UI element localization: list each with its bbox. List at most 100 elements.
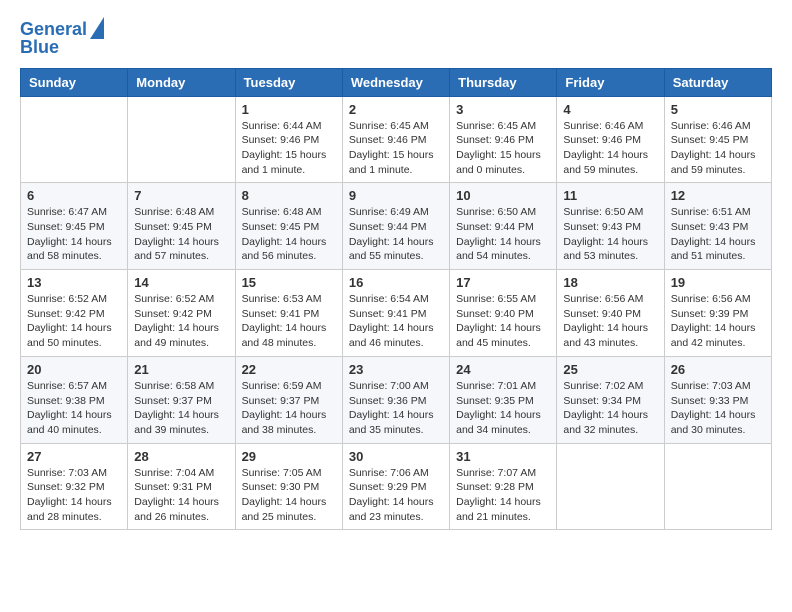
day-info: Sunrise: 7:03 AMSunset: 9:32 PMDaylight:… [27, 466, 121, 525]
day-info: Sunrise: 7:07 AMSunset: 9:28 PMDaylight:… [456, 466, 550, 525]
calendar-cell: 15 Sunrise: 6:53 AMSunset: 9:41 PMDayligh… [235, 270, 342, 357]
day-info: Sunrise: 7:02 AMSunset: 9:34 PMDaylight:… [563, 379, 657, 438]
calendar-week-row: 27 Sunrise: 7:03 AMSunset: 9:32 PMDayligh… [21, 443, 772, 530]
day-info: Sunrise: 6:55 AMSunset: 9:40 PMDaylight:… [456, 292, 550, 351]
weekday-header-cell: Thursday [450, 68, 557, 96]
logo-triangle-icon [90, 17, 104, 39]
day-number: 29 [242, 449, 336, 464]
day-number: 28 [134, 449, 228, 464]
calendar-week-row: 13Sunrise: 6:52 AMSunset: 9:42 PMDayligh… [21, 270, 772, 357]
day-number: 19 [671, 275, 765, 290]
calendar-cell [557, 443, 664, 530]
header: General Blue [20, 20, 772, 58]
day-info: Sunrise: 6:51 AMSunset: 9:43 PMDaylight:… [671, 205, 765, 264]
calendar-cell: 11Sunrise: 6:50 AMSunset: 9:43 PMDayligh… [557, 183, 664, 270]
day-info: Sunrise: 6:47 AMSunset: 9:45 PMDaylight:… [27, 205, 121, 264]
day-info: Sunrise: 7:06 AMSunset: 9:29 PMDaylight:… [349, 466, 443, 525]
calendar-cell: 2 Sunrise: 6:45 AMSunset: 9:46 PMDaylight… [342, 96, 449, 183]
calendar-cell: 10 Sunrise: 6:50 AMSunset: 9:44 PMDayligh… [450, 183, 557, 270]
calendar-cell [664, 443, 771, 530]
day-number: 16 [349, 275, 443, 290]
day-number: 10 [456, 188, 550, 203]
day-number: 26 [671, 362, 765, 377]
day-number: 5 [671, 102, 765, 117]
calendar-cell: 16Sunrise: 6:54 AMSunset: 9:41 PMDayligh… [342, 270, 449, 357]
day-number: 9 [349, 188, 443, 203]
calendar-week-row: 1 Sunrise: 6:44 AMSunset: 9:46 PMDaylight… [21, 96, 772, 183]
day-number: 7 [134, 188, 228, 203]
calendar-cell: 4Sunrise: 6:46 AMSunset: 9:46 PMDaylight… [557, 96, 664, 183]
day-info: Sunrise: 6:59 AMSunset: 9:37 PMDaylight:… [242, 379, 336, 438]
day-info: Sunrise: 6:45 AMSunset: 9:46 PMDaylight:… [456, 119, 550, 178]
calendar-cell: 25 Sunrise: 7:02 AMSunset: 9:34 PMDayligh… [557, 356, 664, 443]
day-number: 22 [242, 362, 336, 377]
logo-blue: Blue [20, 38, 59, 58]
day-info: Sunrise: 7:04 AMSunset: 9:31 PMDaylight:… [134, 466, 228, 525]
day-number: 14 [134, 275, 228, 290]
calendar-cell: 28 Sunrise: 7:04 AMSunset: 9:31 PMDayligh… [128, 443, 235, 530]
calendar-cell: 20 Sunrise: 6:57 AMSunset: 9:38 PMDayligh… [21, 356, 128, 443]
calendar-cell: 21 Sunrise: 6:58 AMSunset: 9:37 PMDayligh… [128, 356, 235, 443]
day-number: 11 [563, 188, 657, 203]
day-info: Sunrise: 7:03 AMSunset: 9:33 PMDaylight:… [671, 379, 765, 438]
day-number: 18 [563, 275, 657, 290]
logo: General Blue [20, 20, 104, 58]
day-info: Sunrise: 6:52 AMSunset: 9:42 PMDaylight:… [134, 292, 228, 351]
day-info: Sunrise: 7:00 AMSunset: 9:36 PMDaylight:… [349, 379, 443, 438]
day-info: Sunrise: 6:53 AMSunset: 9:41 PMDaylight:… [242, 292, 336, 351]
calendar-cell: 30 Sunrise: 7:06 AMSunset: 9:29 PMDayligh… [342, 443, 449, 530]
calendar-cell: 3 Sunrise: 6:45 AMSunset: 9:46 PMDaylight… [450, 96, 557, 183]
day-number: 27 [27, 449, 121, 464]
day-number: 20 [27, 362, 121, 377]
logo-general: General [20, 19, 87, 39]
day-number: 30 [349, 449, 443, 464]
day-info: Sunrise: 6:57 AMSunset: 9:38 PMDaylight:… [27, 379, 121, 438]
day-number: 6 [27, 188, 121, 203]
day-info: Sunrise: 6:58 AMSunset: 9:37 PMDaylight:… [134, 379, 228, 438]
calendar-cell: 8 Sunrise: 6:48 AMSunset: 9:45 PMDaylight… [235, 183, 342, 270]
calendar-week-row: 6 Sunrise: 6:47 AMSunset: 9:45 PMDaylight… [21, 183, 772, 270]
day-info: Sunrise: 7:01 AMSunset: 9:35 PMDaylight:… [456, 379, 550, 438]
day-info: Sunrise: 6:52 AMSunset: 9:42 PMDaylight:… [27, 292, 121, 351]
day-info: Sunrise: 6:56 AMSunset: 9:40 PMDaylight:… [563, 292, 657, 351]
day-info: Sunrise: 6:50 AMSunset: 9:44 PMDaylight:… [456, 205, 550, 264]
day-info: Sunrise: 6:56 AMSunset: 9:39 PMDaylight:… [671, 292, 765, 351]
calendar-cell: 22 Sunrise: 6:59 AMSunset: 9:37 PMDayligh… [235, 356, 342, 443]
calendar-cell: 14 Sunrise: 6:52 AMSunset: 9:42 PMDayligh… [128, 270, 235, 357]
calendar-cell: 17 Sunrise: 6:55 AMSunset: 9:40 PMDayligh… [450, 270, 557, 357]
day-number: 15 [242, 275, 336, 290]
calendar-cell: 6 Sunrise: 6:47 AMSunset: 9:45 PMDaylight… [21, 183, 128, 270]
day-info: Sunrise: 6:46 AMSunset: 9:46 PMDaylight:… [563, 119, 657, 178]
weekday-header-cell: Saturday [664, 68, 771, 96]
day-info: Sunrise: 6:44 AMSunset: 9:46 PMDaylight:… [242, 119, 336, 178]
day-info: Sunrise: 6:48 AMSunset: 9:45 PMDaylight:… [242, 205, 336, 264]
day-number: 3 [456, 102, 550, 117]
calendar-cell: 31Sunrise: 7:07 AMSunset: 9:28 PMDayligh… [450, 443, 557, 530]
calendar-cell: 9 Sunrise: 6:49 AMSunset: 9:44 PMDaylight… [342, 183, 449, 270]
day-number: 8 [242, 188, 336, 203]
calendar-cell: 23Sunrise: 7:00 AMSunset: 9:36 PMDayligh… [342, 356, 449, 443]
calendar-cell: 26 Sunrise: 7:03 AMSunset: 9:33 PMDayligh… [664, 356, 771, 443]
calendar-cell: 18 Sunrise: 6:56 AMSunset: 9:40 PMDayligh… [557, 270, 664, 357]
day-info: Sunrise: 6:49 AMSunset: 9:44 PMDaylight:… [349, 205, 443, 264]
calendar-body: 1 Sunrise: 6:44 AMSunset: 9:46 PMDaylight… [21, 96, 772, 530]
calendar-cell: 7Sunrise: 6:48 AMSunset: 9:45 PMDaylight… [128, 183, 235, 270]
day-number: 25 [563, 362, 657, 377]
calendar-week-row: 20 Sunrise: 6:57 AMSunset: 9:38 PMDayligh… [21, 356, 772, 443]
day-number: 2 [349, 102, 443, 117]
weekday-header-cell: Sunday [21, 68, 128, 96]
calendar-cell: 12 Sunrise: 6:51 AMSunset: 9:43 PMDayligh… [664, 183, 771, 270]
calendar-cell: 19 Sunrise: 6:56 AMSunset: 9:39 PMDayligh… [664, 270, 771, 357]
day-info: Sunrise: 6:45 AMSunset: 9:46 PMDaylight:… [349, 119, 443, 178]
weekday-header-cell: Monday [128, 68, 235, 96]
day-number: 1 [242, 102, 336, 117]
day-number: 21 [134, 362, 228, 377]
calendar-cell [128, 96, 235, 183]
day-number: 17 [456, 275, 550, 290]
calendar-cell: 29Sunrise: 7:05 AMSunset: 9:30 PMDayligh… [235, 443, 342, 530]
calendar-cell: 1 Sunrise: 6:44 AMSunset: 9:46 PMDaylight… [235, 96, 342, 183]
weekday-header-cell: Tuesday [235, 68, 342, 96]
day-number: 12 [671, 188, 765, 203]
day-number: 24 [456, 362, 550, 377]
day-info: Sunrise: 6:46 AMSunset: 9:45 PMDaylight:… [671, 119, 765, 178]
